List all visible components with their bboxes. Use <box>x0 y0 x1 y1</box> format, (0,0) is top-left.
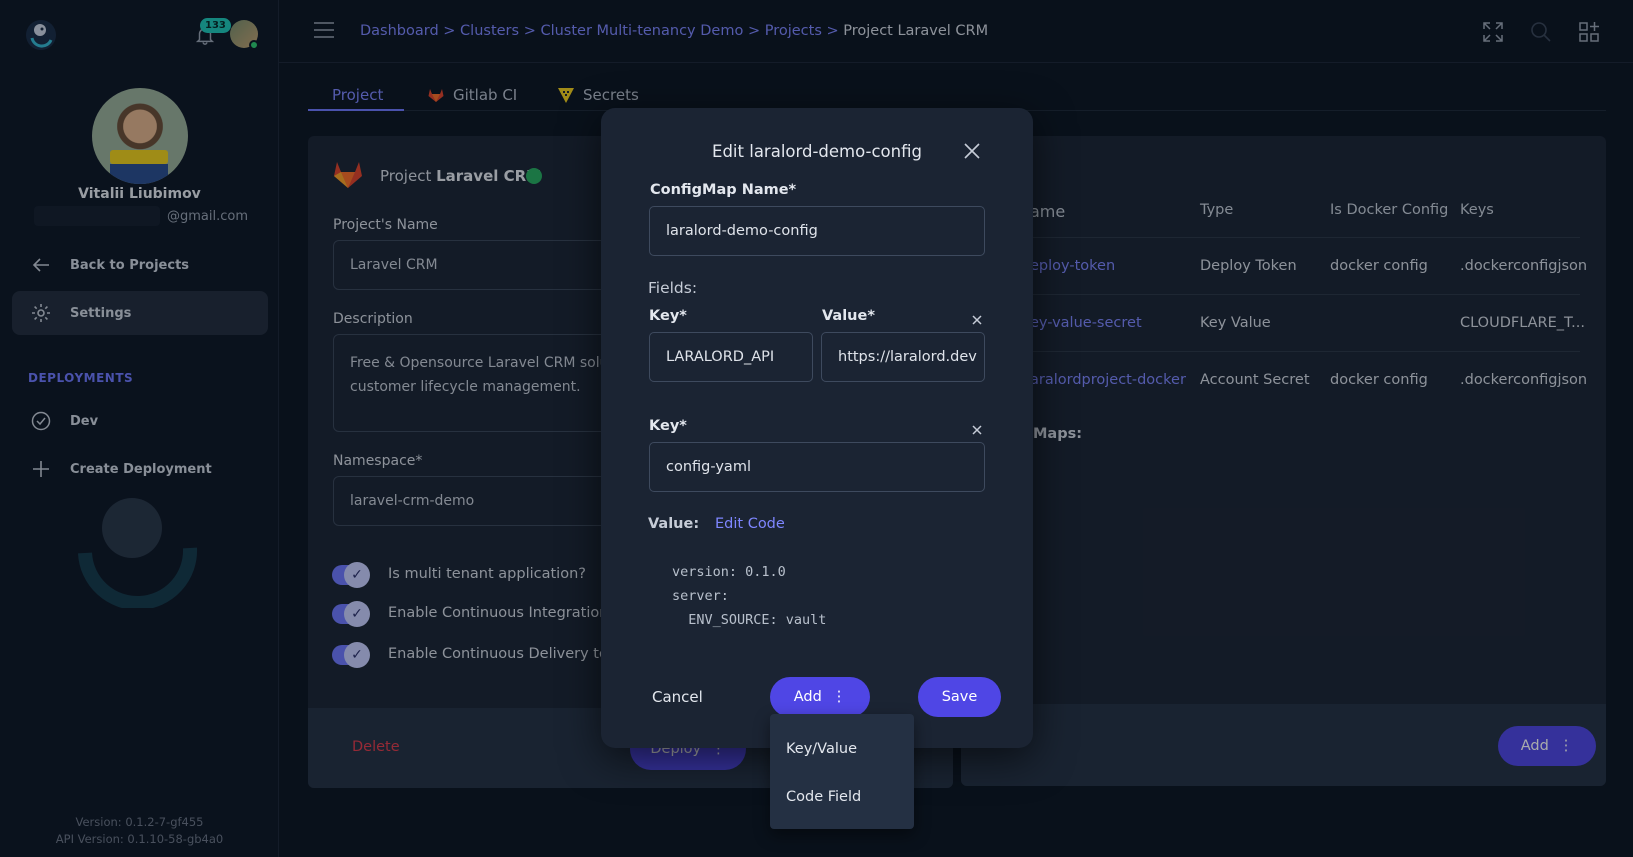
save-button[interactable]: Save <box>918 677 1001 717</box>
field1-value-label: Value* <box>822 308 875 324</box>
field1-key-value: LARALORD_API <box>666 349 775 365</box>
more-vertical-icon: ⋮ <box>831 689 847 705</box>
remove-field-icon[interactable] <box>970 313 984 327</box>
field1-value-input[interactable]: https://laralord.dev <box>821 332 985 382</box>
field2-key-input[interactable]: config-yaml <box>649 442 985 492</box>
configmap-name-label: ConfigMap Name* <box>650 182 797 198</box>
code-line: version: 0.1.0 <box>672 564 786 580</box>
edit-code-link[interactable]: Edit Code <box>715 516 785 532</box>
field1-key-label: Key* <box>649 308 687 324</box>
cancel-button[interactable]: Cancel <box>652 688 703 706</box>
fields-label: Fields: <box>648 279 698 297</box>
code-line: server: <box>672 588 729 604</box>
field2-key-label: Key* <box>649 418 687 434</box>
menu-item-code-field[interactable]: Code Field <box>770 774 914 820</box>
field2-key-value: config-yaml <box>666 459 751 475</box>
field1-value-value: https://laralord.dev <box>838 349 977 365</box>
add-field-button[interactable]: Add ⋮ <box>770 677 870 717</box>
add-field-label: Add <box>793 689 822 705</box>
menu-item-key-value[interactable]: Key/Value <box>770 726 914 772</box>
field1-key-input[interactable]: LARALORD_API <box>649 332 813 382</box>
code-line: ENV_SOURCE: vault <box>672 612 827 628</box>
remove-field-icon[interactable] <box>970 423 984 437</box>
field2-value-label: Value: <box>648 516 700 532</box>
configmap-name-value: laralord-demo-config <box>666 223 818 239</box>
configmap-name-input[interactable]: laralord-demo-config <box>649 206 985 256</box>
close-icon[interactable] <box>964 143 980 159</box>
save-label: Save <box>941 689 978 705</box>
